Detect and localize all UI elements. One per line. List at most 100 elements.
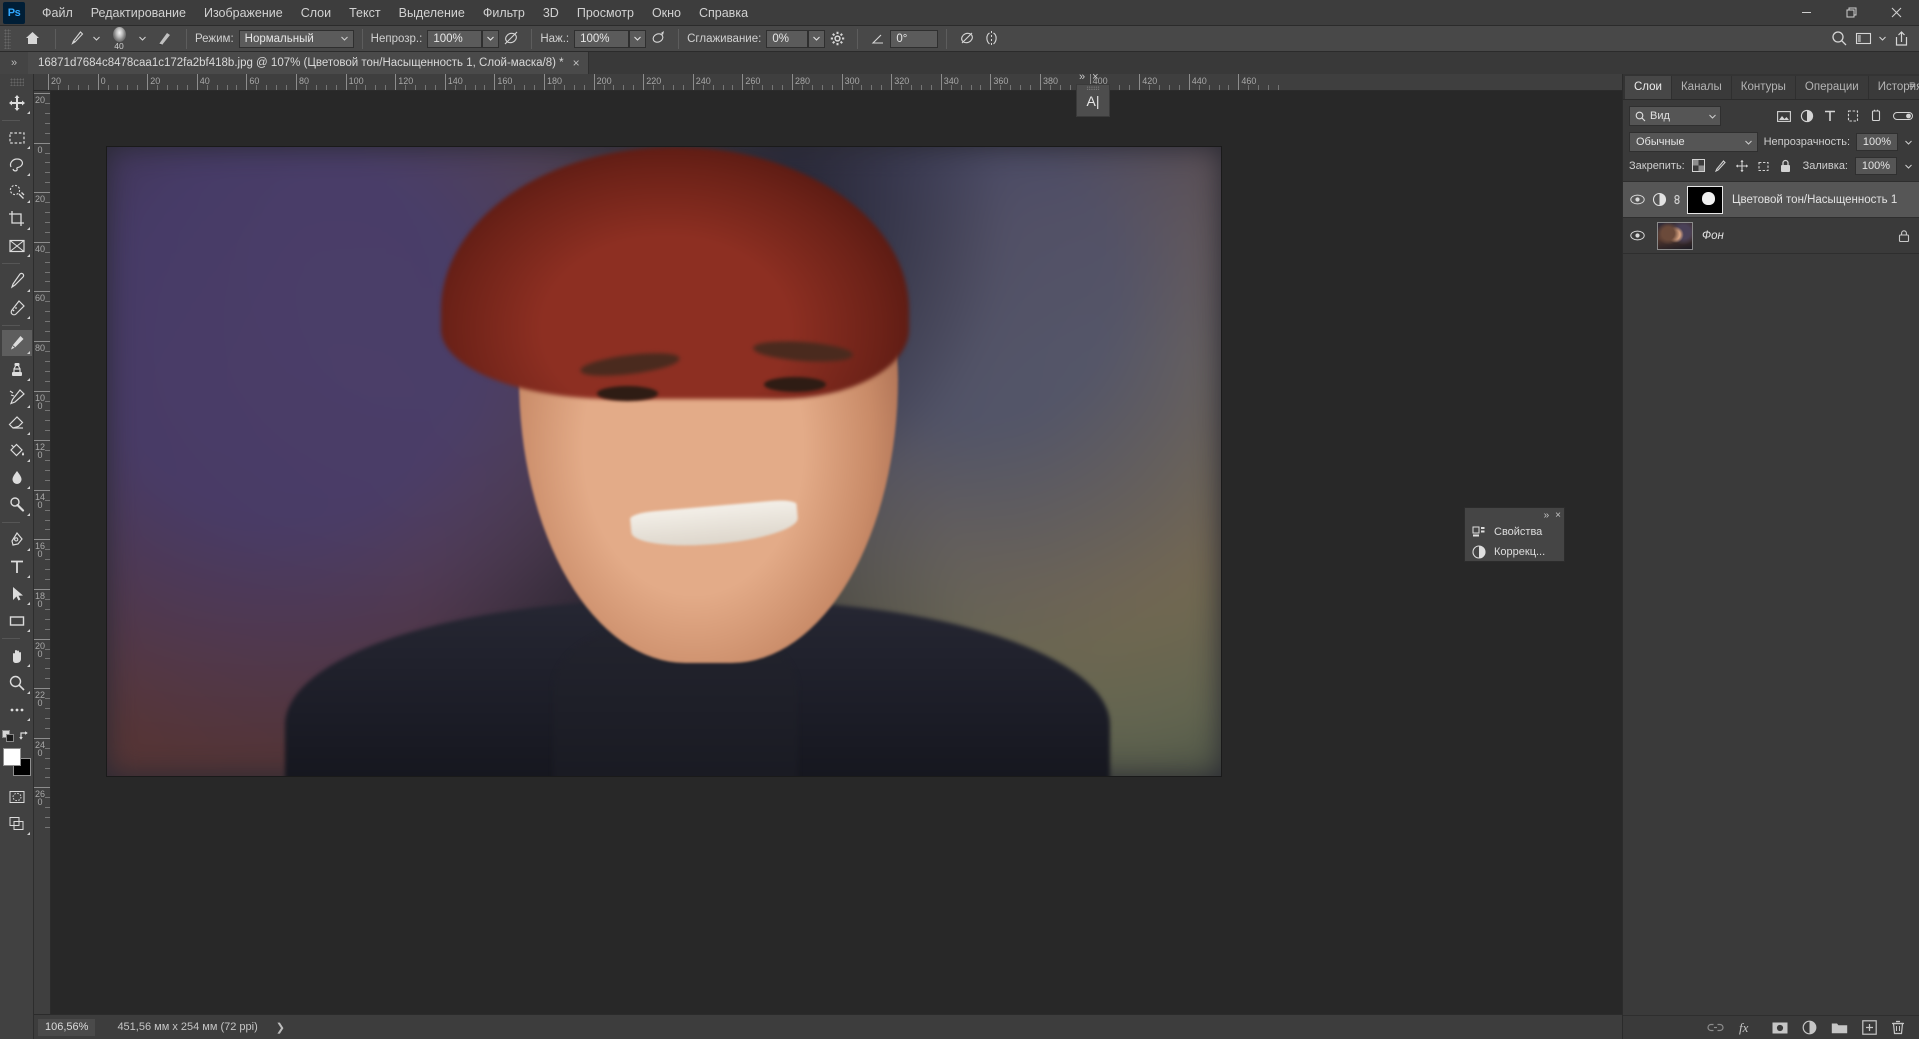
table-row[interactable]: Цветовой тон/Насыщенность 1	[1623, 182, 1919, 218]
tab-операции[interactable]: Операции	[1795, 76, 1869, 99]
crop-tool[interactable]	[2, 206, 32, 232]
gradient-tool[interactable]	[2, 438, 32, 464]
marquee-tool[interactable]	[2, 125, 32, 151]
tools-panel-grip[interactable]	[9, 78, 24, 86]
path-selection-tool[interactable]	[2, 581, 32, 607]
new-layer-icon[interactable]	[1862, 1020, 1877, 1035]
dock-expand-icon[interactable]: ≡	[1905, 74, 1919, 96]
brush-panel-icon[interactable]	[150, 28, 178, 50]
layer-mask-thumbnail[interactable]	[1687, 185, 1723, 214]
brush-preset-chevron-icon[interactable]	[88, 28, 104, 50]
share-icon[interactable]	[1889, 28, 1913, 50]
badge-grip[interactable]	[1086, 86, 1100, 90]
menu-просмотр[interactable]: Просмотр	[568, 2, 643, 24]
pressure-opacity-icon[interactable]	[499, 28, 523, 50]
text-layer-badge[interactable]: A |	[1076, 84, 1110, 117]
layer-thumbnail[interactable]	[1657, 221, 1693, 250]
menu-редактирование[interactable]: Редактирование	[82, 2, 195, 24]
menu-файл[interactable]: Файл	[33, 2, 82, 24]
image-filter-icon[interactable]	[1773, 106, 1794, 126]
menu-справка[interactable]: Справка	[690, 2, 757, 24]
workspace-icon[interactable]	[1851, 28, 1875, 50]
lock-transparency-icon[interactable]	[1691, 159, 1705, 173]
lock-pixels-icon[interactable]	[1713, 159, 1727, 173]
dodge-tool[interactable]	[2, 492, 32, 518]
chevron-down-icon[interactable]	[1904, 162, 1913, 171]
edit-toolbar-button[interactable]	[2, 697, 32, 723]
move-tool[interactable]	[2, 90, 32, 116]
menu-окно[interactable]: Окно	[643, 2, 690, 24]
flow-chevron-button[interactable]	[629, 29, 647, 48]
canvas-area[interactable]	[51, 91, 1622, 1014]
restore-button[interactable]	[1829, 0, 1874, 26]
new-adjustment-icon[interactable]	[1802, 1020, 1817, 1035]
eraser-tool[interactable]	[2, 411, 32, 437]
table-row[interactable]: Фон	[1623, 218, 1919, 254]
frame-tool[interactable]	[2, 233, 32, 259]
link-layers-icon[interactable]	[1707, 1021, 1724, 1034]
menu-3d[interactable]: 3D	[534, 2, 568, 24]
symmetry-icon[interactable]	[979, 28, 1003, 50]
angle-icon[interactable]	[866, 28, 890, 50]
angle-input[interactable]: 0°	[890, 29, 939, 48]
healing-brush-tool[interactable]	[2, 295, 32, 321]
color-swatches[interactable]	[2, 748, 32, 778]
add-mask-icon[interactable]	[1772, 1021, 1788, 1035]
zoom-level-field[interactable]: 106,56%	[38, 1018, 96, 1036]
minimize-button[interactable]	[1784, 0, 1829, 26]
brush-preset-picker[interactable]: 40	[104, 26, 134, 51]
chevron-right-icon[interactable]: ❯	[276, 1021, 285, 1034]
home-icon[interactable]	[17, 28, 47, 50]
quick-mask-icon[interactable]	[2, 784, 32, 810]
new-group-icon[interactable]	[1831, 1021, 1848, 1035]
menu-item-properties[interactable]: Свойства	[1465, 522, 1564, 542]
delete-layer-icon[interactable]	[1891, 1020, 1905, 1035]
zoom-tool[interactable]	[2, 670, 32, 696]
eye-icon[interactable]	[1626, 230, 1648, 241]
close-icon[interactable]: ×	[1092, 71, 1098, 83]
layer-filter-select[interactable]: Вид	[1629, 106, 1721, 126]
eyedropper-tool[interactable]	[2, 268, 32, 294]
rectangle-tool[interactable]	[2, 608, 32, 634]
layer-blend-mode-select[interactable]: Обычные	[1629, 132, 1758, 152]
type-tool[interactable]	[2, 554, 32, 580]
shape-filter-icon[interactable]	[1842, 106, 1863, 126]
menu-текст[interactable]: Текст	[340, 2, 389, 24]
adjustment-filter-icon[interactable]	[1796, 106, 1817, 126]
screen-mode-icon[interactable]	[2, 811, 32, 837]
filter-toggle-icon[interactable]	[1892, 106, 1913, 126]
brush-tool-icon[interactable]	[64, 28, 88, 50]
smoothing-chevron-button[interactable]	[808, 29, 826, 48]
smart-object-filter-icon[interactable]	[1865, 106, 1886, 126]
pen-tool[interactable]	[2, 527, 32, 553]
chevron-down-icon[interactable]	[1904, 138, 1913, 147]
blur-tool[interactable]	[2, 465, 32, 491]
layer-opacity-input[interactable]: 100%	[1856, 133, 1898, 151]
opacity-chevron-button[interactable]	[482, 29, 500, 48]
image-canvas[interactable]	[107, 147, 1221, 776]
menu-выделение[interactable]: Выделение	[390, 2, 474, 24]
eye-icon[interactable]	[1626, 194, 1648, 205]
tab-контуры[interactable]: Контуры	[1731, 76, 1796, 99]
quick-selection-tool[interactable]	[2, 179, 32, 205]
layer-fill-input[interactable]: 100%	[1855, 157, 1897, 175]
floating-panel-group[interactable]: » × Свойства Коррекц...	[1464, 507, 1565, 562]
tab-слои[interactable]: Слои	[1625, 76, 1672, 99]
flow-input[interactable]: 100%	[574, 29, 630, 48]
chevron-double-right-icon[interactable]: »	[0, 52, 28, 74]
pressure-size-icon[interactable]	[955, 28, 979, 50]
chevron-double-right-icon[interactable]: »	[1544, 510, 1550, 521]
smoothing-input[interactable]: 0%	[766, 29, 809, 48]
lock-all-icon[interactable]	[1779, 159, 1792, 173]
close-button[interactable]	[1874, 0, 1919, 26]
brush-preset-size-chevron-icon[interactable]	[134, 28, 150, 50]
swap-colors-icon[interactable]	[18, 728, 32, 744]
gear-icon[interactable]	[825, 28, 849, 50]
foreground-color-swatch[interactable]	[2, 748, 21, 766]
options-bar-grip[interactable]	[4, 28, 11, 49]
default-colors-icon[interactable]	[2, 728, 16, 744]
lasso-tool[interactable]	[2, 152, 32, 178]
menu-изображение[interactable]: Изображение	[195, 2, 292, 24]
link-icon[interactable]	[1670, 193, 1683, 206]
close-icon[interactable]: ×	[1555, 510, 1561, 521]
